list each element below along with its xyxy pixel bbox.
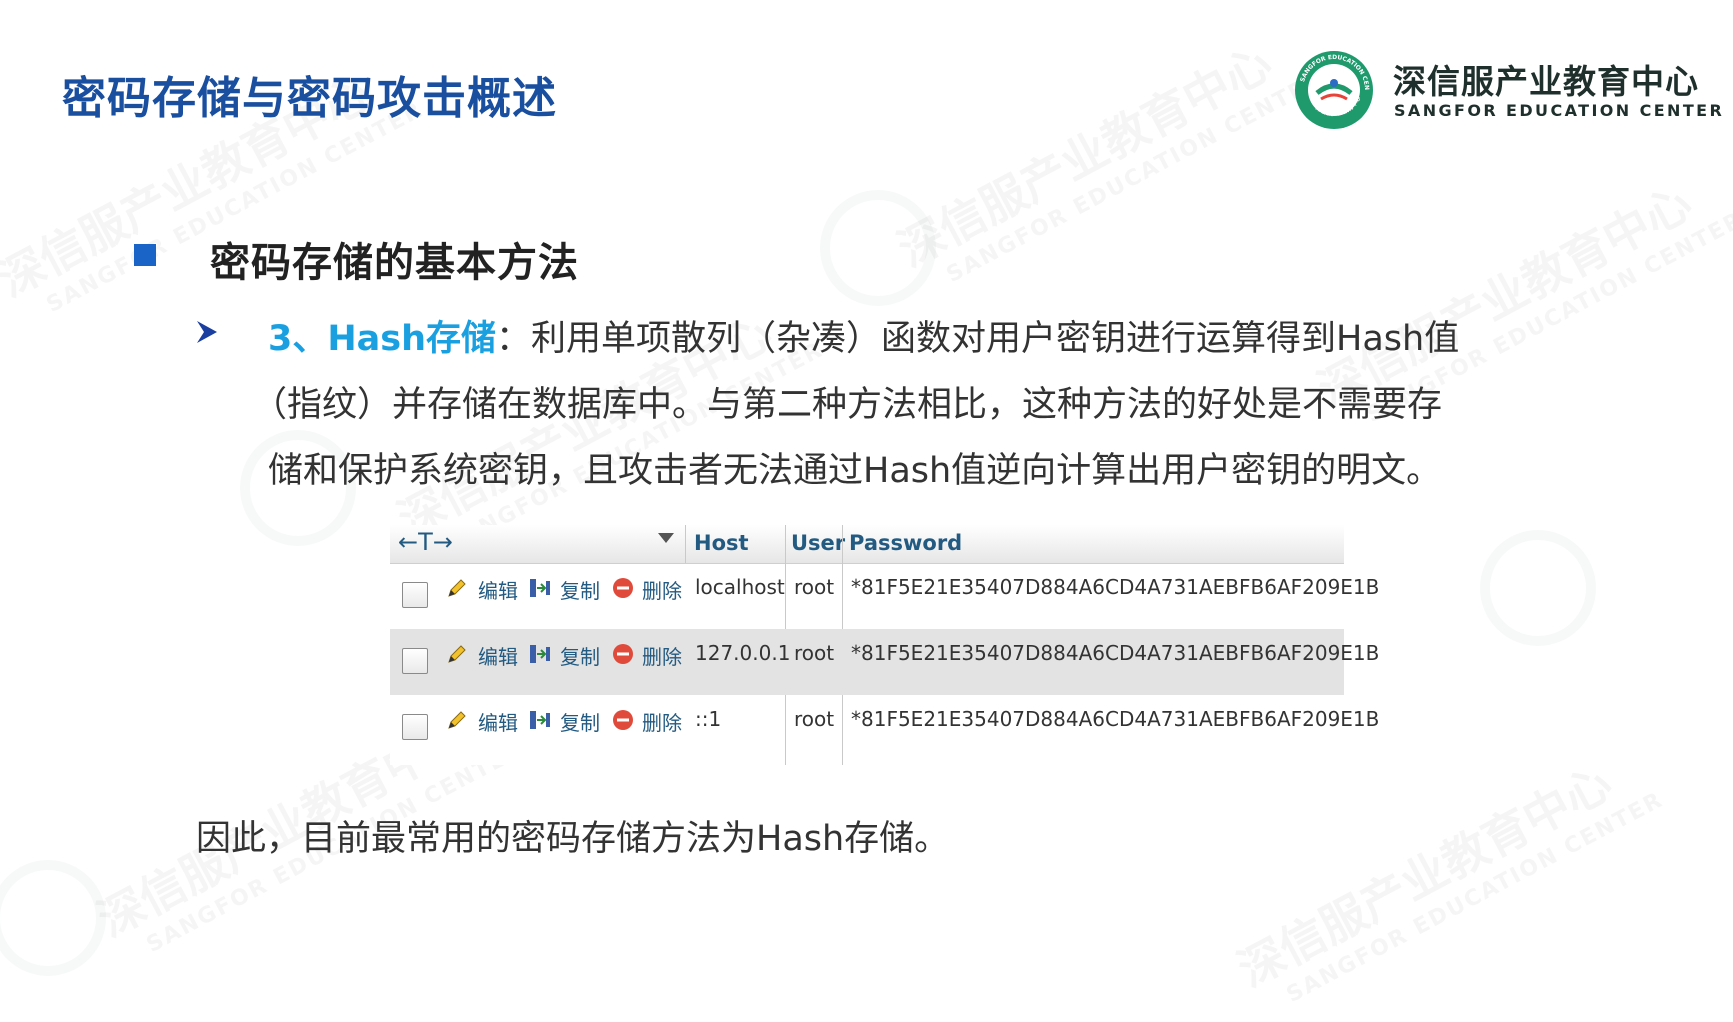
sangfor-logo: SANGFOR EDUCATION CENTER 深信服产业教育中心 深信服产业… bbox=[1293, 47, 1722, 133]
column-header-password[interactable]: Password bbox=[849, 531, 962, 555]
watermark-logo bbox=[820, 190, 936, 306]
host-cell: ::1 bbox=[695, 707, 722, 731]
table-header: ←T→ Host User Password bbox=[390, 525, 1344, 564]
delete-link[interactable]: 删除 bbox=[642, 575, 682, 604]
slide-title: 密码存储与密码攻击概述 bbox=[62, 73, 557, 124]
copy-link[interactable]: 复制 bbox=[560, 641, 600, 670]
pencil-icon[interactable] bbox=[446, 577, 468, 599]
point-line-3: 储和保护系统密钥，且攻击者无法通过Hash值逆向计算出用户密钥的明文。 bbox=[268, 451, 1442, 491]
conclusion-text: 因此，目前最常用的密码存储方法为Hash存储。 bbox=[196, 819, 950, 859]
copy-icon[interactable] bbox=[528, 709, 552, 731]
user-cell: root bbox=[794, 707, 835, 731]
watermark: 深信服产业教育中心 SANGFOR EDUCATION CENTER bbox=[889, 35, 1328, 288]
point-line-1: ：利用单项散列（杂凑）函数对用户密钥进行运算得到Hash值 bbox=[496, 319, 1460, 359]
copy-icon[interactable] bbox=[528, 643, 552, 665]
point-paragraph: 3、Hash存储：利用单项散列（杂凑）函数对用户密钥进行运算得到Hash值 （指… bbox=[252, 306, 1578, 504]
password-cell: *81F5E21E35407D884A6CD4A731AEBFB6AF209E1… bbox=[851, 575, 1380, 599]
edit-link[interactable]: 编辑 bbox=[478, 707, 518, 736]
point-line-2: （指纹）并存储在数据库中。与第二种方法相比，这种方法的好处是不需要存 bbox=[252, 385, 1443, 425]
host-cell: 127.0.0.1 bbox=[695, 641, 791, 665]
logo-name-en: SANGFOR EDUCATION CENTER bbox=[1394, 101, 1725, 120]
copy-link[interactable]: 复制 bbox=[560, 707, 600, 736]
delete-link[interactable]: 删除 bbox=[642, 707, 682, 736]
row-checkbox[interactable] bbox=[402, 714, 428, 740]
user-cell: root bbox=[794, 575, 835, 599]
pencil-icon[interactable] bbox=[446, 709, 468, 731]
row-checkbox[interactable] bbox=[402, 648, 428, 674]
column-header-user[interactable]: User bbox=[791, 531, 845, 555]
host-cell: localhost bbox=[695, 575, 785, 599]
watermark: 深信服产业教育中心 SANGFOR EDUCATION CENTER bbox=[1229, 755, 1668, 1008]
edit-link[interactable]: 编辑 bbox=[478, 641, 518, 670]
table-row: 编辑 复制 删除 127.0.0.1 root *81F5E21E35407D8… bbox=[390, 629, 1379, 695]
delete-icon[interactable] bbox=[612, 577, 634, 599]
square-bullet-icon bbox=[134, 244, 156, 266]
user-password-table: ←T→ Host User Password 编辑 复制 删除 localhos… bbox=[390, 525, 1379, 765]
table-nav-arrows[interactable]: ←T→ bbox=[398, 528, 453, 556]
column-divider bbox=[685, 525, 686, 563]
password-cell: *81F5E21E35407D884A6CD4A731AEBFB6AF209E1… bbox=[851, 641, 1380, 665]
edit-link[interactable]: 编辑 bbox=[478, 575, 518, 604]
delete-icon[interactable] bbox=[612, 709, 634, 731]
section-heading: 密码存储的基本方法 bbox=[210, 240, 579, 286]
copy-icon[interactable] bbox=[528, 577, 552, 599]
delete-link[interactable]: 删除 bbox=[642, 641, 682, 670]
user-cell: root bbox=[794, 641, 835, 665]
password-cell: *81F5E21E35407D884A6CD4A731AEBFB6AF209E1… bbox=[851, 707, 1380, 731]
delete-icon[interactable] bbox=[612, 643, 634, 665]
sangfor-badge-icon: SANGFOR EDUCATION CENTER 深信服产业教育中心 bbox=[1293, 49, 1373, 129]
point-highlight: 3、Hash存储 bbox=[268, 319, 497, 359]
table-row: 编辑 复制 删除 ::1 root *81F5E21E35407D884A6CD… bbox=[390, 695, 1379, 761]
logo-name-zh: 深信服产业教育中心 bbox=[1393, 62, 1699, 101]
pencil-icon[interactable] bbox=[446, 643, 468, 665]
sort-down-icon[interactable] bbox=[658, 533, 674, 543]
column-header-host[interactable]: Host bbox=[694, 531, 749, 555]
arrowhead-bullet-icon bbox=[197, 321, 217, 343]
watermark-logo bbox=[0, 860, 106, 976]
table-row: 编辑 复制 删除 localhost root *81F5E21E35407D8… bbox=[390, 563, 1379, 629]
row-checkbox[interactable] bbox=[402, 582, 428, 608]
watermark-logo bbox=[1480, 530, 1596, 646]
copy-link[interactable]: 复制 bbox=[560, 575, 600, 604]
